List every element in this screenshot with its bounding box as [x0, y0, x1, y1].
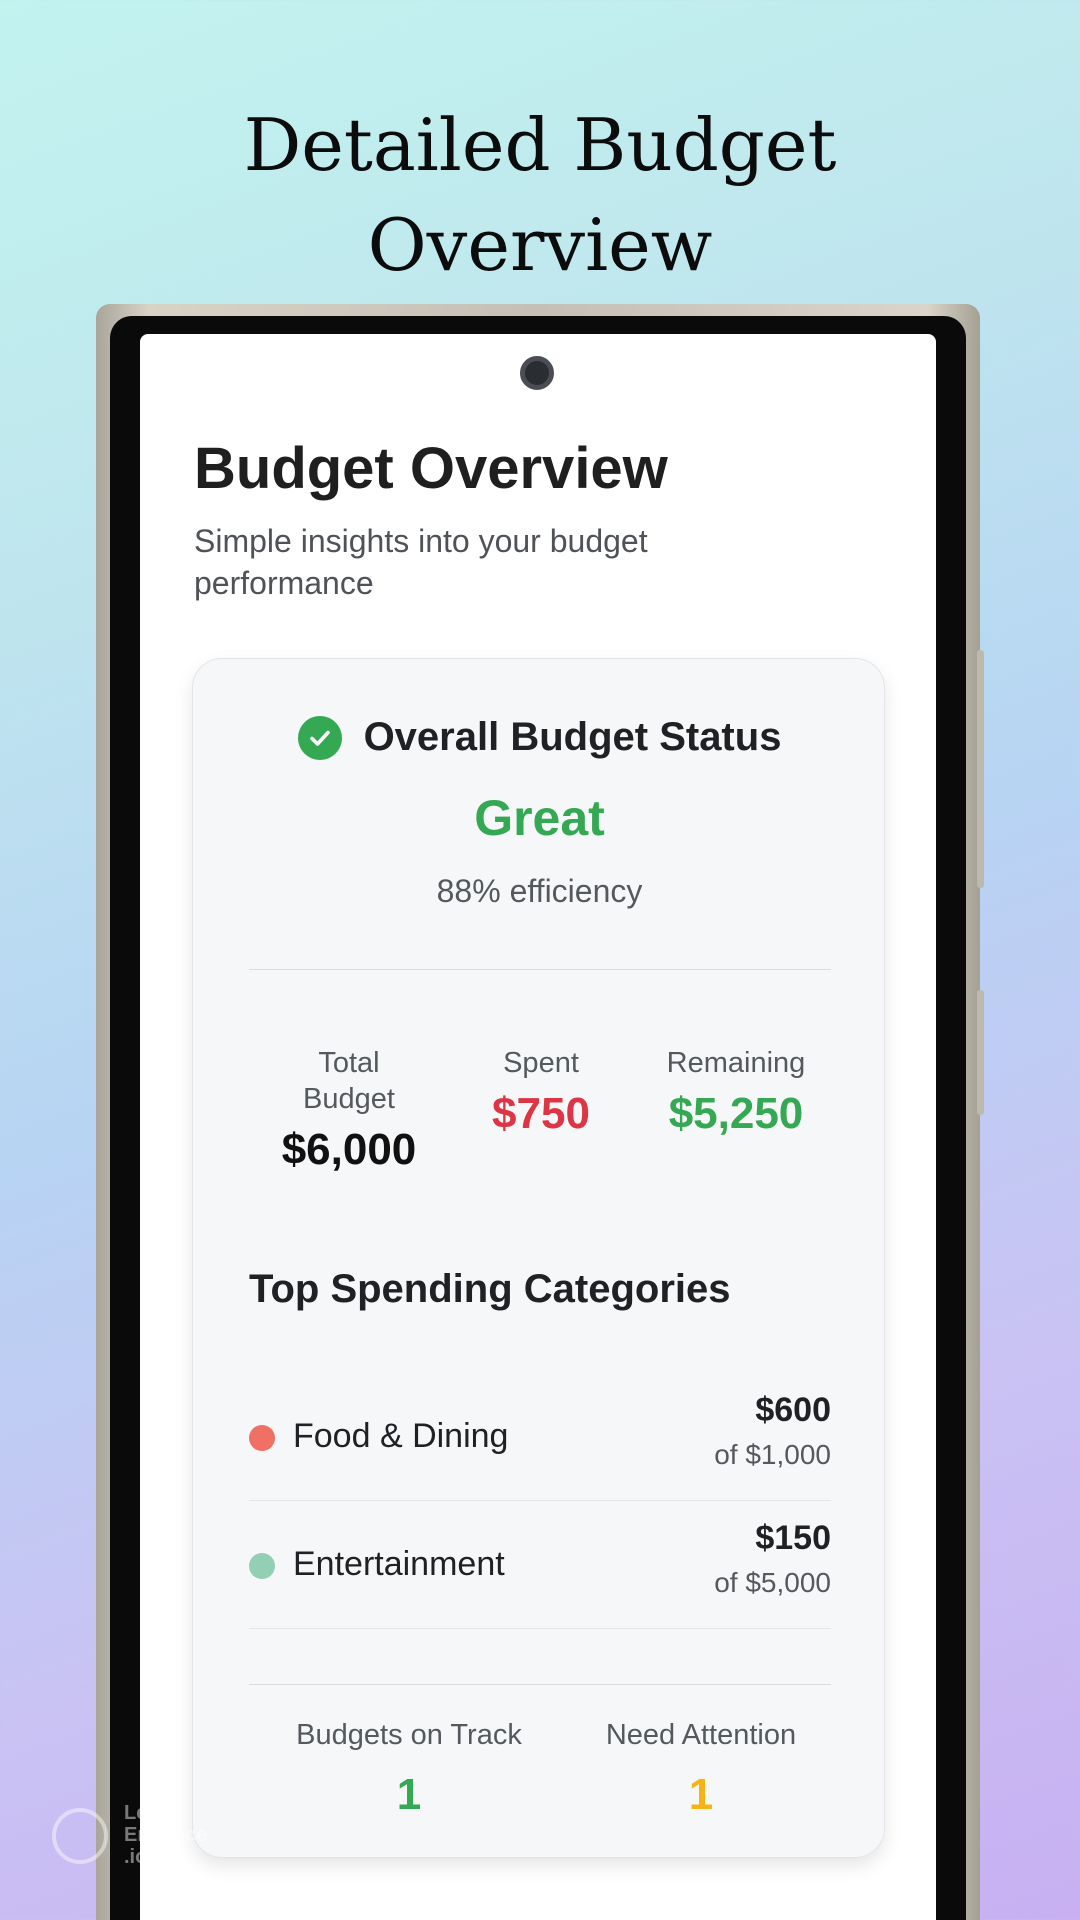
category-name: Food & Dining — [293, 1417, 509, 1455]
check-circle-icon — [297, 715, 342, 760]
category-row-food-dining[interactable]: Food & Dining $600 of $1,000 — [249, 1373, 831, 1501]
promo-title-line-2: Overview — [367, 203, 713, 287]
overall-status-header: Overall Budget Status — [193, 715, 886, 760]
page-title: Budget Overview — [194, 436, 668, 501]
need-attention-value: 1 — [688, 1770, 714, 1819]
total-budget-value: $6,000 — [281, 1125, 417, 1174]
budgets-on-track-stat: Budgets on Track 1 — [269, 1719, 549, 1820]
overall-status-value: Great — [474, 790, 605, 846]
status-divider — [249, 969, 831, 970]
spent-value: $750 — [492, 1089, 590, 1138]
overall-status-label: Overall Budget Status — [363, 715, 782, 759]
watermark-ring-icon — [52, 1808, 108, 1864]
promo-title-line-1: Detailed Budget — [243, 103, 837, 187]
promo-title: Detailed Budget Overview — [0, 95, 1080, 295]
category-name: Entertainment — [293, 1545, 505, 1583]
category-color-dot — [249, 1553, 275, 1579]
need-attention-label: Need Attention — [605, 1719, 797, 1751]
category-limit: of $5,000 — [714, 1567, 831, 1598]
top-categories-title: Top Spending Categories — [249, 1267, 731, 1311]
summary-divider — [249, 1684, 831, 1685]
phone-screen: Budget Overview Simple insights into you… — [140, 334, 936, 1920]
category-divider — [249, 1628, 831, 1629]
budgets-on-track-label: Budgets on Track — [296, 1719, 522, 1751]
category-row-entertainment[interactable]: Entertainment $150 of $5,000 — [249, 1501, 831, 1629]
category-amount: $150 — [755, 1519, 831, 1557]
spent-stat: Spent $750 — [441, 1045, 641, 1139]
category-limit: of $1,000 — [714, 1439, 831, 1470]
page-subtitle: Simple insights into your budget perform… — [194, 523, 648, 601]
remaining-value: $5,250 — [668, 1089, 804, 1138]
watermark-text: Let's Enhance .io — [124, 1802, 208, 1868]
efficiency-text: 88% efficiency — [436, 873, 643, 909]
phone-side-button-top — [977, 650, 984, 888]
category-amount: $600 — [755, 1391, 831, 1429]
total-budget-label: Total Budget — [303, 1047, 395, 1115]
spent-label: Spent — [503, 1047, 579, 1079]
phone-side-button-bottom — [977, 990, 984, 1115]
budget-overview-card: Overall Budget Status Great 88% efficien… — [192, 658, 885, 1858]
remaining-stat: Remaining $5,250 — [636, 1045, 836, 1139]
watermark-logo: Let's Enhance .io — [52, 1802, 232, 1872]
budgets-on-track-value: 1 — [396, 1770, 422, 1819]
front-camera — [520, 356, 554, 390]
category-color-dot — [249, 1425, 275, 1451]
remaining-label: Remaining — [666, 1047, 806, 1079]
need-attention-stat: Need Attention 1 — [561, 1719, 841, 1820]
total-budget-stat: Total Budget $6,000 — [249, 1045, 449, 1175]
